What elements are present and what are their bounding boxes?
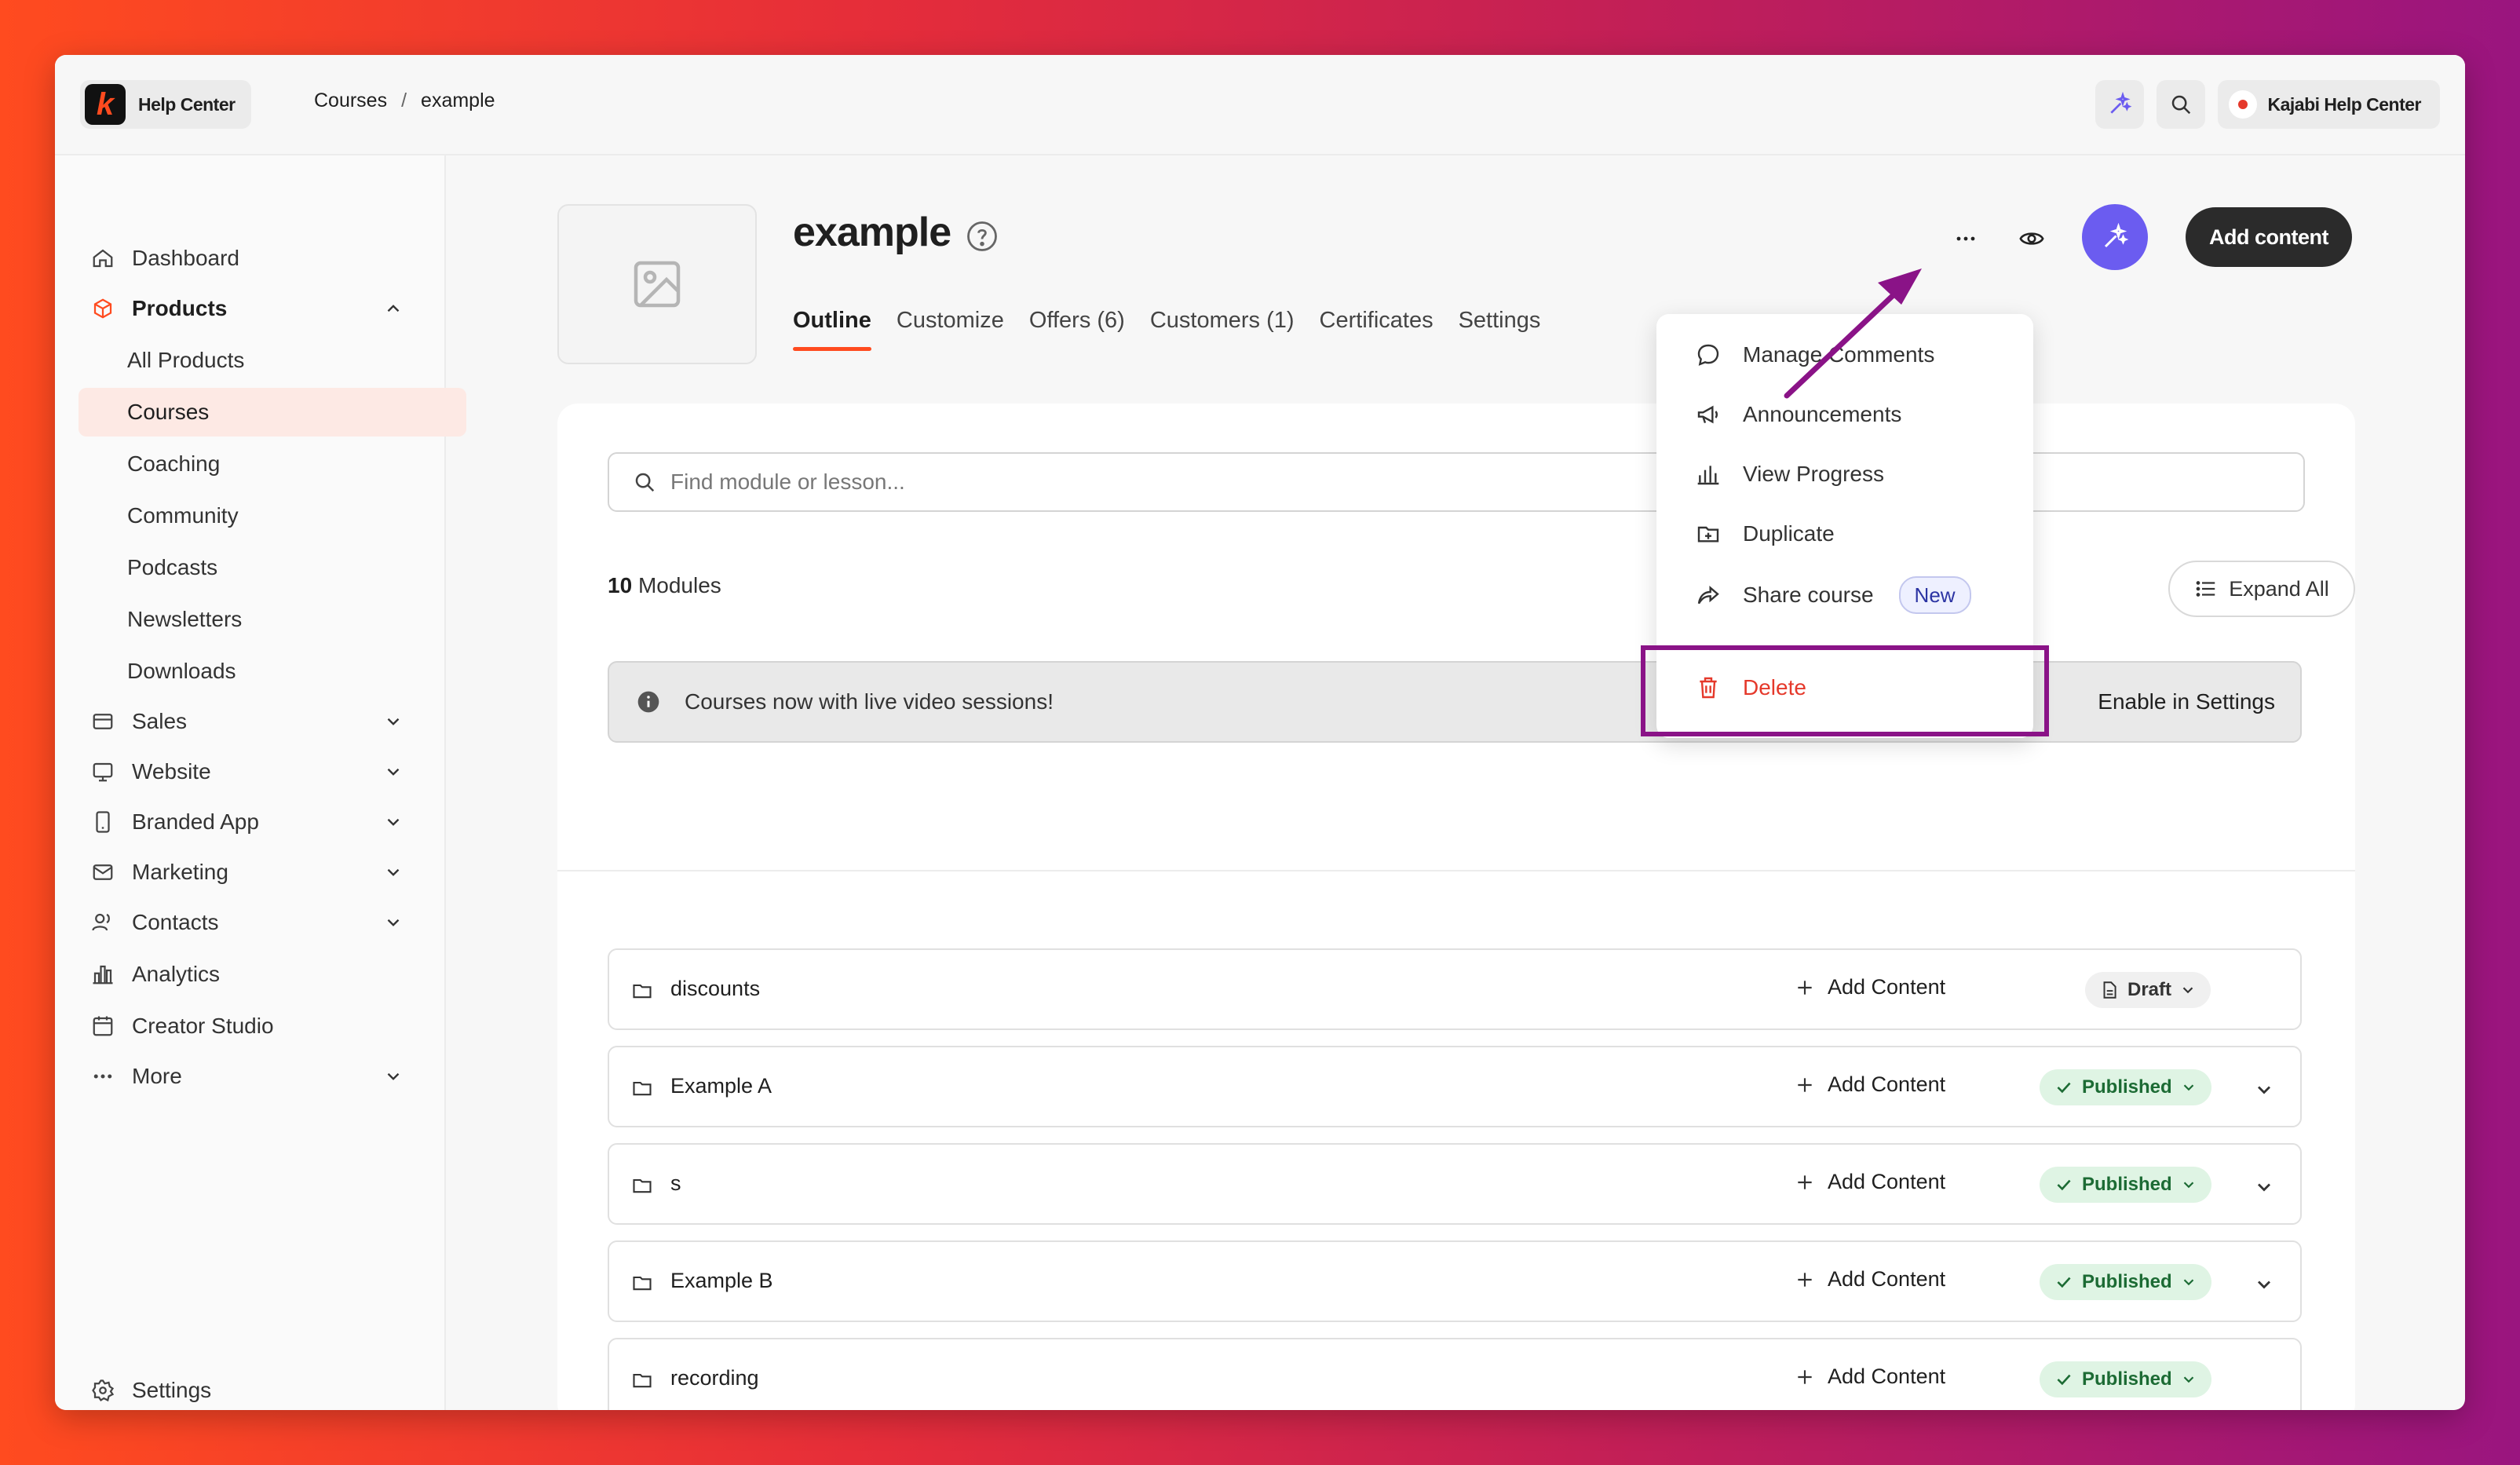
app-window: k Help Center Courses / example Kajabi H…: [55, 55, 2465, 1410]
annotation-arrow: [1784, 269, 1922, 399]
